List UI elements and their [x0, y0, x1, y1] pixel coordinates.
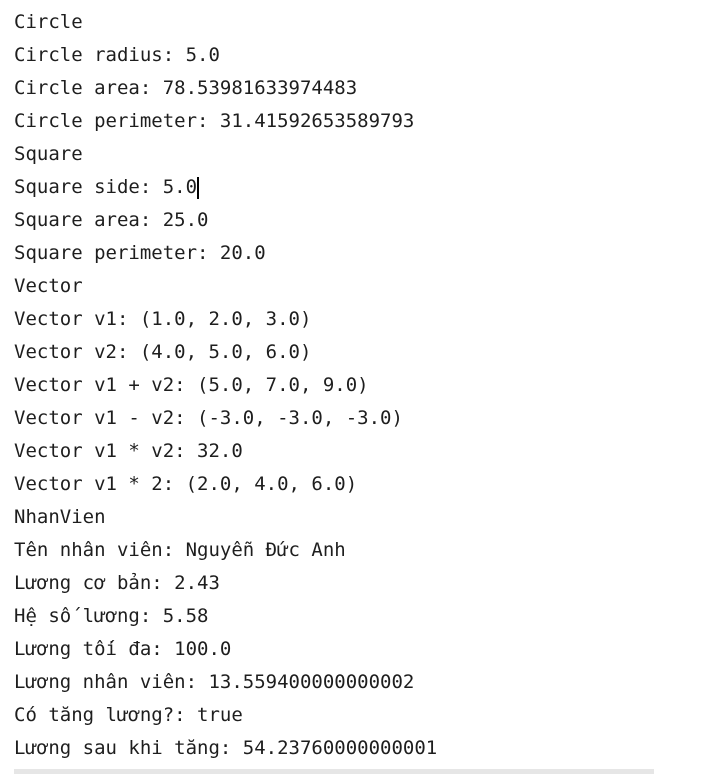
console-line: Vector: [14, 275, 83, 297]
console-line: Vector v1: (1.0, 2.0, 3.0): [14, 308, 312, 330]
console-line: Có tăng lương?: true: [14, 704, 243, 726]
console-line: Vector v1 + v2: (5.0, 7.0, 9.0): [14, 374, 369, 396]
console-line: NhanVien: [14, 506, 106, 528]
console-line: Lương sau khi tăng: 54.23760000000001: [14, 737, 438, 759]
console-line: Vector v1 * 2: (2.0, 4.0, 6.0): [14, 473, 358, 495]
console-line: Circle: [14, 11, 83, 33]
text-caret: [197, 176, 200, 199]
console-line-with-caret: Square side: 5.0: [14, 171, 704, 204]
console-line-text: Square side: 5.0: [14, 176, 198, 198]
console-line: Vector v1 - v2: (-3.0, -3.0, -3.0): [14, 407, 403, 429]
console-line: Square area: 25.0: [14, 209, 209, 231]
console-line: Square perimeter: 20.0: [14, 242, 266, 264]
console-line: Vector v1 * v2: 32.0: [14, 440, 243, 462]
console-line: Circle area: 78.53981633974483: [14, 77, 358, 99]
console-line: Square: [14, 143, 83, 165]
console-line: Circle perimeter: 31.41592653589793: [14, 110, 415, 132]
console-line: Hệ số lương: 5.58: [14, 605, 209, 627]
console-line: Lương cơ bản: 2.43: [14, 572, 220, 594]
horizontal-scrollbar[interactable]: [14, 769, 654, 774]
console-output[interactable]: Circle Circle radius: 5.0 Circle area: 7…: [14, 6, 704, 765]
console-line: Tên nhân viên: Nguyễn Đức Anh: [14, 539, 346, 561]
console-line: Lương nhân viên: 13.559400000000002: [14, 671, 415, 693]
console-line: Circle radius: 5.0: [14, 44, 220, 66]
console-line: Lương tối đa: 100.0: [14, 638, 232, 660]
console-line: Vector v2: (4.0, 5.0, 6.0): [14, 341, 312, 363]
